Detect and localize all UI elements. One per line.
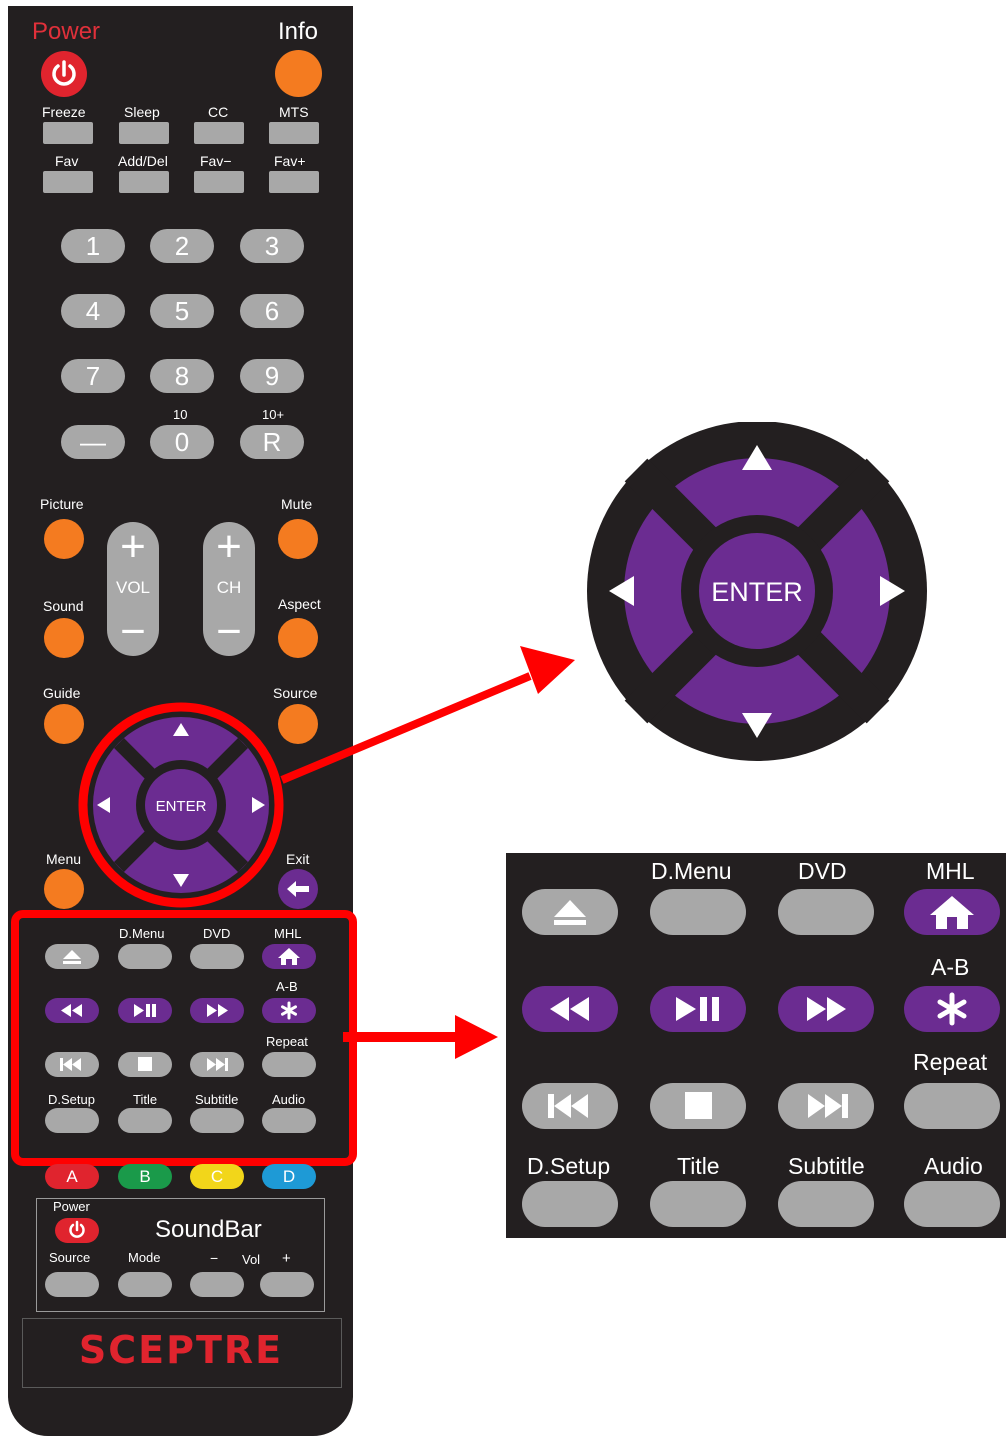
zoomed-title-label: Title xyxy=(677,1153,720,1179)
fast-forward-icon xyxy=(807,997,846,1021)
home-icon xyxy=(930,896,974,929)
zoomed-audio-label: Audio xyxy=(924,1153,983,1179)
arrow-to-media xyxy=(343,1032,458,1042)
asterisk-icon xyxy=(937,992,967,1026)
zoomed-ab-button[interactable] xyxy=(904,986,1000,1032)
zoomed-dmenu-button[interactable] xyxy=(650,889,746,935)
zoomed-audio-button[interactable] xyxy=(904,1181,1000,1227)
zoomed-repeat-label: Repeat xyxy=(913,1049,988,1075)
zoomed-dsetup-button[interactable] xyxy=(522,1181,618,1227)
zoomed-media-panel: D.Menu DVD MHL A-B Repeat D.Setup Title … xyxy=(506,853,1006,1238)
zoomed-mhl-button[interactable] xyxy=(904,889,1000,935)
zoomed-enter-label: ENTER xyxy=(711,577,803,607)
zoomed-dmenu-label: D.Menu xyxy=(651,858,732,884)
skip-previous-icon xyxy=(548,1094,588,1118)
zoomed-dvd-button[interactable] xyxy=(778,889,874,935)
arrow-to-dpad xyxy=(280,672,532,784)
zoomed-dsetup-label: D.Setup xyxy=(527,1153,611,1179)
zoomed-subtitle-label: Subtitle xyxy=(788,1153,865,1179)
zoomed-stop-button[interactable] xyxy=(650,1083,746,1129)
eject-icon xyxy=(554,900,586,925)
zoomed-rewind-button[interactable] xyxy=(522,986,618,1032)
zoomed-next-button[interactable] xyxy=(778,1083,874,1129)
zoomed-dvd-label: DVD xyxy=(798,858,847,884)
zoomed-mhl-label: MHL xyxy=(926,858,975,884)
skip-next-icon xyxy=(808,1094,848,1118)
zoomed-previous-button[interactable] xyxy=(522,1083,618,1129)
zoomed-play-pause-button[interactable] xyxy=(650,986,746,1032)
stop-icon xyxy=(685,1092,712,1119)
zoomed-title-button[interactable] xyxy=(650,1181,746,1227)
zoomed-dpad[interactable]: ENTER xyxy=(586,422,930,766)
zoomed-eject-button[interactable] xyxy=(522,889,618,935)
play-pause-icon xyxy=(676,997,719,1021)
zoomed-repeat-button[interactable] xyxy=(904,1083,1000,1129)
arrow-head-icon xyxy=(520,646,575,694)
arrow-head-icon xyxy=(455,1015,498,1059)
zoomed-fast-forward-button[interactable] xyxy=(778,986,874,1032)
rewind-icon xyxy=(550,997,589,1021)
zoomed-subtitle-button[interactable] xyxy=(778,1181,874,1227)
zoomed-ab-label: A-B xyxy=(931,954,970,980)
